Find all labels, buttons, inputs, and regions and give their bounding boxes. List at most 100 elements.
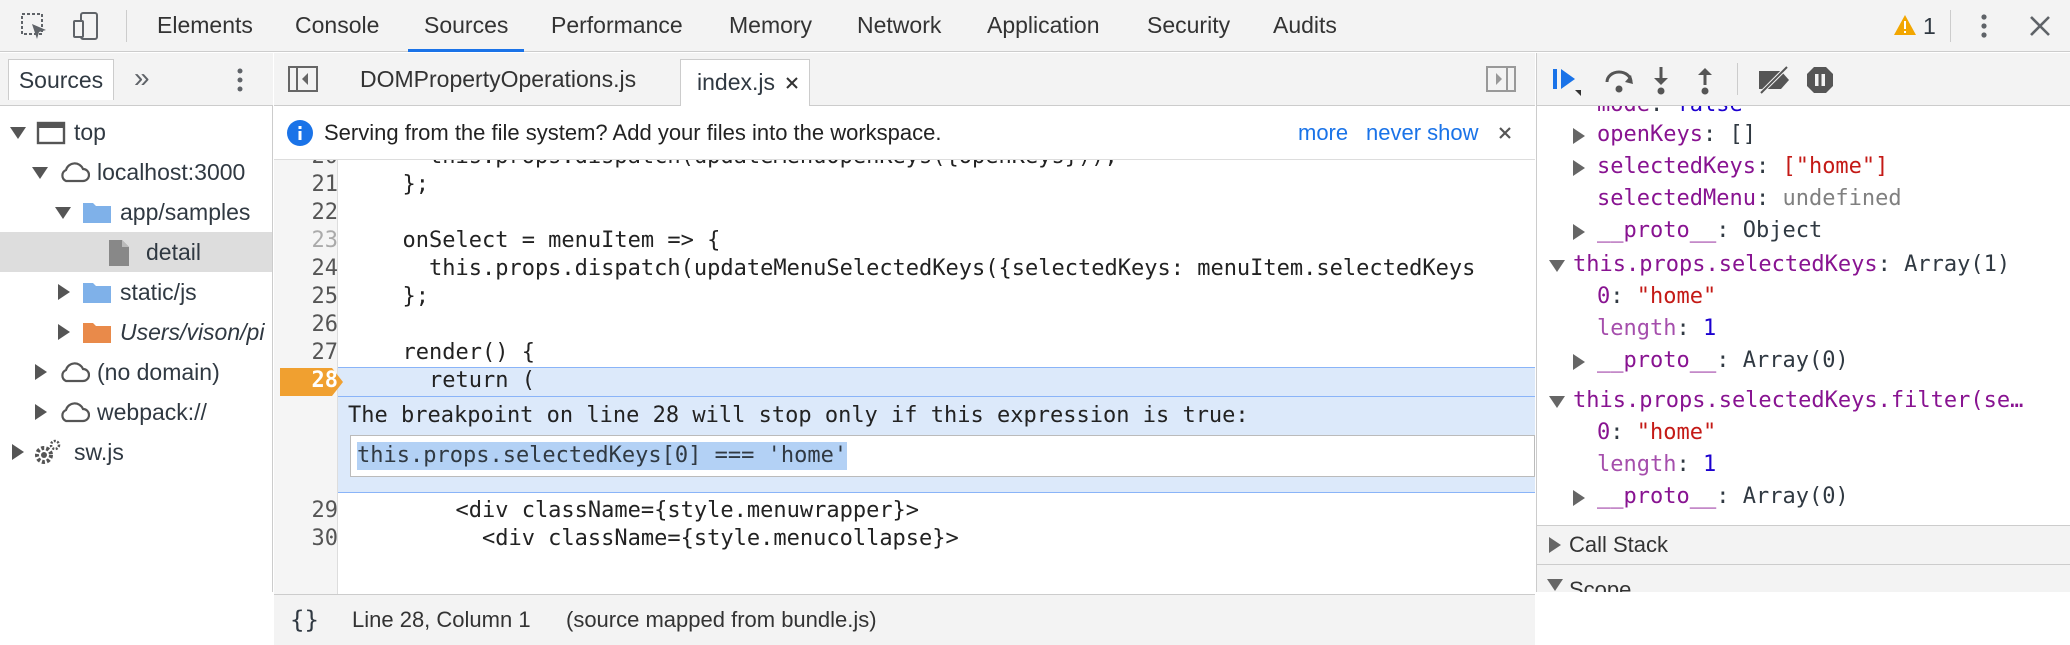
editor-tab-dompropertyoperations[interactable]: DOMPropertyOperations.js — [336, 53, 660, 106]
line-number[interactable]: 26 — [274, 312, 339, 337]
watch-expression[interactable]: this.props.selectedKeys: Array(1) — [1549, 252, 2010, 277]
line-number[interactable]: 30 — [274, 526, 339, 551]
workspace-infobar: Serving from the file system? Add your f… — [274, 106, 1535, 160]
collapsed-arrow-icon — [1573, 160, 1585, 176]
code-line: <div className={style.menuwrapper}> — [376, 498, 920, 523]
tree-item-sw-js[interactable]: sw.js — [0, 432, 272, 472]
tab-elements[interactable]: Elements — [157, 0, 253, 52]
tree-item-no-domain[interactable]: (no domain) — [0, 352, 272, 392]
tab-security[interactable]: Security — [1147, 0, 1230, 52]
cloud-icon — [61, 162, 90, 183]
source-map-info[interactable]: (source mapped from bundle.js) — [566, 595, 877, 645]
line-number[interactable]: 24 — [274, 256, 339, 281]
property-value: Array(0) — [1742, 484, 1849, 509]
call-stack-section-header[interactable]: Call Stack — [1537, 525, 2070, 565]
more-tabs-icon[interactable]: » — [134, 59, 150, 97]
toolbar-divider — [1737, 63, 1738, 95]
infobar-message: Serving from the file system? Add your f… — [324, 120, 942, 145]
inspect-element-icon[interactable] — [18, 10, 50, 42]
line-number-breakpoint[interactable]: 28 — [274, 368, 339, 393]
collapsed-arrow-icon — [1573, 224, 1585, 240]
watch-property[interactable]: __proto__: Object — [1573, 218, 1822, 243]
deactivate-breakpoints-icon[interactable] — [1755, 65, 1793, 95]
devtools-toolbar: Elements Console Sources Performance Mem… — [0, 0, 2070, 52]
line-number[interactable]: 21 — [274, 172, 339, 197]
toggle-navigator-icon[interactable] — [288, 66, 318, 92]
tree-item-label: webpack:// — [97, 399, 207, 425]
expanded-arrow-icon — [1549, 396, 1565, 408]
tab-network[interactable]: Network — [857, 0, 941, 52]
tab-console[interactable]: Console — [295, 0, 379, 52]
editor-tab-index[interactable]: index.js — [680, 59, 810, 106]
line-number[interactable]: 23 — [274, 228, 339, 253]
line-number[interactable]: 22 — [274, 200, 339, 225]
property-key: mode — [1597, 106, 1650, 117]
tree-item-localhost[interactable]: localhost:3000 — [0, 152, 272, 192]
tree-item-app-samples[interactable]: app/samples — [0, 192, 272, 232]
tab-memory[interactable]: Memory — [729, 0, 812, 52]
line-number[interactable]: 27 — [274, 340, 339, 365]
watch-property[interactable]: __proto__: Array(0) — [1573, 348, 1849, 373]
source-editor: DOMPropertyOperations.js index.js Servin… — [274, 53, 1535, 645]
code-line: <div className={style.menucollapse}> — [376, 526, 959, 551]
code-area[interactable]: 20 this.props.dispatch(updateMenuOpenKey… — [274, 160, 1535, 594]
watch-property[interactable]: openKeys: [] — [1573, 122, 1756, 147]
tab-audits[interactable]: Audits — [1273, 0, 1337, 52]
step-out-icon[interactable] — [1693, 65, 1717, 95]
line-number[interactable]: 20 — [274, 160, 339, 169]
watch-property[interactable]: __proto__: Array(0) — [1573, 484, 1849, 509]
navigator-menu-icon[interactable] — [226, 65, 254, 95]
device-toolbar-icon[interactable] — [70, 10, 102, 42]
resume-icon[interactable] — [1551, 66, 1583, 96]
more-options-icon[interactable] — [1968, 10, 2000, 42]
collapsed-arrow-icon — [58, 284, 70, 300]
code-line: }; — [376, 172, 429, 197]
tree-item-static-js[interactable]: static/js — [0, 272, 272, 312]
expanded-arrow-icon — [1549, 260, 1565, 272]
toggle-debugger-icon[interactable] — [1486, 66, 1516, 92]
tab-performance[interactable]: Performance — [551, 0, 683, 52]
close-devtools-icon[interactable] — [2024, 10, 2056, 42]
property-key: length — [1597, 316, 1677, 341]
close-tab-icon[interactable] — [785, 76, 799, 90]
watch-property: length: 1 — [1597, 316, 1717, 341]
breakpoint-condition-input[interactable]: this.props.selectedKeys[0] === 'home' — [350, 435, 1535, 477]
cloud-icon — [61, 402, 90, 423]
property-key: openKeys — [1597, 122, 1703, 147]
watch-property[interactable]: selectedKeys: ["home"] — [1573, 154, 1888, 179]
tab-application[interactable]: Application — [987, 0, 1100, 52]
tree-item-label: detail — [146, 239, 201, 265]
tree-item-label: static/js — [120, 279, 197, 305]
tree-item-users-vison[interactable]: Users/vison/pi — [0, 312, 272, 352]
close-infobar-icon[interactable] — [1498, 126, 1512, 140]
watch-expression[interactable]: this.props.selectedKeys.filter(se… — [1549, 388, 2059, 413]
line-number[interactable]: 25 — [274, 284, 339, 309]
tree-item-webpack[interactable]: webpack:// — [0, 392, 272, 432]
pretty-print-icon[interactable]: {} — [290, 595, 319, 645]
tab-sources[interactable]: Sources — [408, 0, 525, 52]
property-key: 0 — [1597, 284, 1611, 309]
infobar-more-link[interactable]: more — [1298, 106, 1348, 160]
folder-icon — [83, 203, 111, 223]
tree-item-detail[interactable]: detail — [0, 232, 272, 272]
collapsed-arrow-icon — [1549, 537, 1561, 553]
code-line: }; — [376, 284, 429, 309]
line-number[interactable]: 29 — [274, 498, 339, 523]
breakpoint-condition-message: The breakpoint on line 28 will stop only… — [348, 403, 1249, 428]
tree-item-label: localhost:3000 — [97, 159, 246, 185]
tree-item-top[interactable]: top — [0, 112, 272, 152]
infobar-never-show-link[interactable]: never show — [1366, 106, 1479, 160]
toolbar-divider — [126, 10, 127, 42]
step-over-icon[interactable] — [1603, 66, 1635, 94]
expanded-arrow-icon — [1547, 579, 1563, 591]
code-line: return ( — [376, 368, 535, 393]
property-value: ["home"] — [1782, 154, 1889, 179]
property-value: false — [1676, 106, 1742, 117]
expanded-arrow-icon — [55, 207, 71, 219]
pause-on-exceptions-icon[interactable] — [1805, 65, 1835, 95]
expanded-arrow-icon — [32, 167, 48, 179]
step-into-icon[interactable] — [1649, 65, 1673, 95]
scope-section-header[interactable]: Scope — [1537, 565, 2070, 592]
frame-icon — [36, 121, 66, 145]
navigator-tab-sources[interactable]: Sources — [8, 59, 114, 100]
